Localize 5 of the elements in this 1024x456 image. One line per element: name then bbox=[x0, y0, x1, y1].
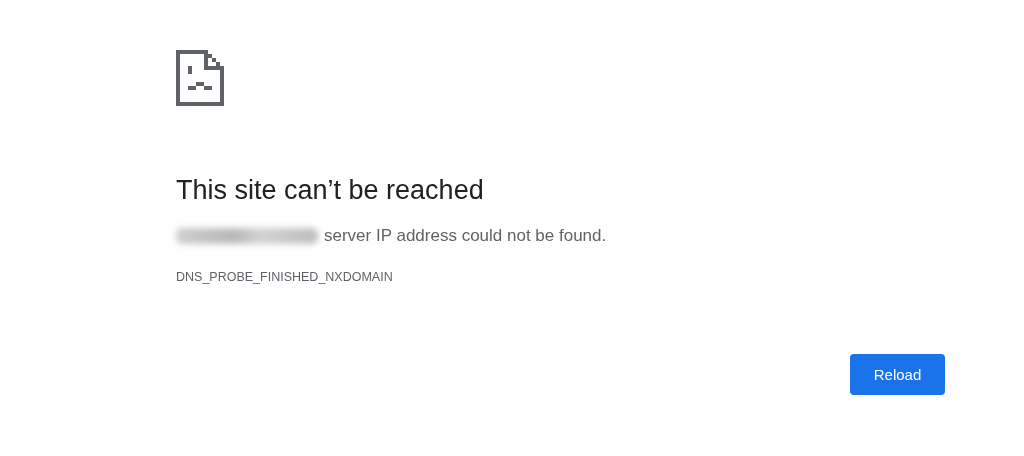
error-title: This site can’t be reached bbox=[176, 174, 485, 207]
sad-page-icon bbox=[176, 50, 224, 106]
error-code: DNS_PROBE_FINISHED_NXDOMAIN bbox=[176, 270, 394, 284]
reload-button[interactable]: Reload bbox=[850, 354, 945, 395]
error-message: server IP address could not be found. bbox=[324, 226, 607, 246]
